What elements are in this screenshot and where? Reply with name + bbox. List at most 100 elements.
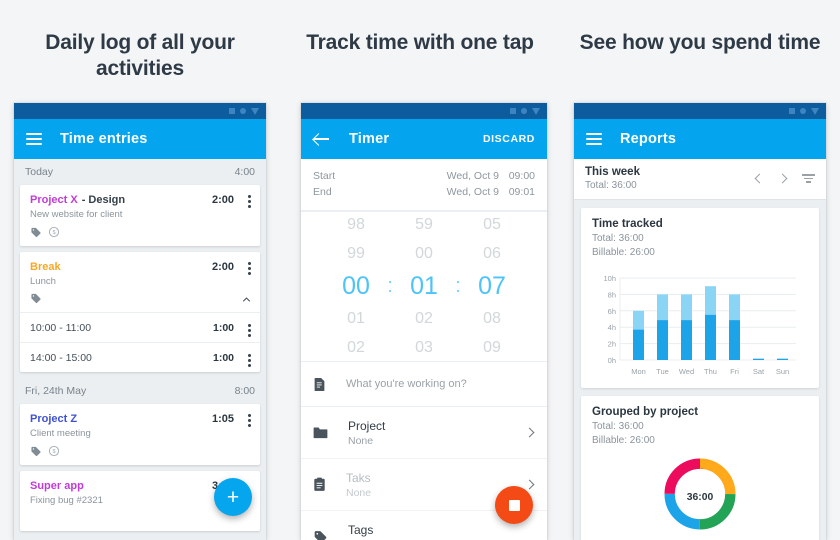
card-total: Total: 36:00 bbox=[592, 421, 644, 432]
discard-button[interactable]: DISCARD bbox=[483, 133, 535, 145]
hamburger-icon[interactable] bbox=[586, 133, 602, 145]
app-bar: Reports bbox=[574, 119, 826, 159]
status-bar bbox=[14, 103, 266, 119]
hamburger-icon[interactable] bbox=[26, 133, 42, 145]
time-entry[interactable]: Project Z 1:05 Client meeting $ bbox=[20, 404, 260, 465]
sub-entry-menu-button[interactable] bbox=[248, 354, 251, 367]
app-bar-title: Time entries bbox=[60, 131, 148, 147]
phone-time-entries: Time entries Today 4:00 Project X - Desi… bbox=[14, 103, 266, 540]
entry-description: Client meeting bbox=[30, 428, 91, 439]
start-end-box[interactable]: Start Wed, Oct 9 09:00 End Wed, Oct 9 09… bbox=[301, 159, 547, 211]
entry-project: Break bbox=[30, 261, 61, 273]
bar-chart: 10h 8h 6h 4h 2h 0h Mon Tue Wed Thu Fri S… bbox=[592, 268, 808, 380]
minutes-option[interactable]: 59 bbox=[398, 211, 450, 239]
svg-text:$: $ bbox=[52, 449, 55, 455]
end-row[interactable]: End Wed, Oct 9 09:01 bbox=[313, 184, 535, 200]
entry-task: - Design bbox=[81, 194, 126, 206]
donut-chart: 36:00 bbox=[592, 454, 808, 534]
svg-text:Fri: Fri bbox=[730, 367, 739, 376]
svg-text:Wed: Wed bbox=[679, 367, 694, 376]
phone-timer: Timer DISCARD Start Wed, Oct 9 09:00 End… bbox=[301, 103, 547, 540]
minutes-selected[interactable]: 01 bbox=[398, 268, 450, 304]
chevron-up-icon[interactable] bbox=[242, 295, 251, 304]
money-icon: $ bbox=[48, 445, 60, 457]
list-item[interactable]: Project Z 1:05 Client meeting $ bbox=[20, 404, 260, 465]
stop-timer-fab[interactable] bbox=[495, 486, 533, 524]
sub-entry[interactable]: 10:00 - 11:00 1:00 bbox=[20, 312, 260, 342]
start-row[interactable]: Start Wed, Oct 9 09:00 bbox=[313, 168, 535, 184]
time-entry[interactable]: Project X - Design 2:00 New website for … bbox=[20, 185, 260, 246]
note-placeholder: What you're working on? bbox=[346, 378, 467, 390]
entry-menu-button[interactable] bbox=[248, 414, 251, 427]
hours-option[interactable]: 02 bbox=[330, 333, 382, 361]
hours-wheel[interactable]: 98 99 00 01 02 bbox=[330, 211, 382, 361]
start-time: 09:00 bbox=[508, 170, 535, 182]
seconds-option[interactable]: 09 bbox=[466, 333, 518, 361]
sub-entry-range: 10:00 - 11:00 bbox=[30, 321, 92, 334]
svg-text:Mon: Mon bbox=[631, 367, 646, 376]
time-entry[interactable]: Break 2:00 Lunch bbox=[20, 252, 260, 312]
reports-body[interactable]: Time tracked Total: 36:00 Billable: 26:0… bbox=[574, 200, 826, 540]
duration-picker[interactable]: 98 99 00 01 02 : 59 00 01 02 03: 05 06 … bbox=[301, 211, 547, 361]
back-arrow-icon[interactable] bbox=[313, 130, 331, 148]
list-item[interactable]: Project X - Design 2:00 New website for … bbox=[20, 185, 260, 246]
headline-2: Track time with one tap bbox=[306, 31, 534, 54]
svg-text:$: $ bbox=[52, 230, 55, 236]
chevron-right-icon[interactable] bbox=[524, 427, 535, 438]
minutes-option[interactable]: 00 bbox=[398, 239, 450, 268]
period-label: This week bbox=[585, 166, 640, 178]
seconds-option[interactable]: 08 bbox=[466, 304, 518, 333]
chevron-left-icon[interactable] bbox=[754, 173, 765, 184]
day-total: 4:00 bbox=[234, 166, 255, 178]
seconds-wheel[interactable]: 05 06 07 08 09 bbox=[466, 211, 518, 361]
day-label: Fri, 24th May bbox=[25, 385, 87, 397]
entry-description: New website for client bbox=[30, 209, 123, 220]
hours-option[interactable]: 99 bbox=[330, 239, 382, 268]
hours-option[interactable]: 01 bbox=[330, 304, 382, 333]
timer-body: Start Wed, Oct 9 09:00 End Wed, Oct 9 09… bbox=[301, 159, 547, 540]
bar-chart-svg: 10h 8h 6h 4h 2h 0h Mon Tue Wed Thu Fri S… bbox=[603, 274, 796, 376]
add-entry-fab[interactable]: + bbox=[214, 478, 252, 516]
hours-option[interactable]: 98 bbox=[330, 211, 382, 239]
list-item[interactable]: Break 2:00 Lunch 10:00 - 11:00 1:00 14:0… bbox=[20, 252, 260, 372]
period-selector[interactable]: This week Total: 36:00 bbox=[574, 159, 826, 200]
sub-entry-menu-button[interactable] bbox=[248, 324, 251, 337]
chevron-right-icon[interactable] bbox=[524, 479, 535, 490]
seconds-option[interactable]: 06 bbox=[466, 239, 518, 268]
headline-3: See how you spend time bbox=[579, 31, 821, 54]
entry-menu-button[interactable] bbox=[248, 262, 251, 275]
minutes-option[interactable]: 03 bbox=[398, 333, 450, 361]
day-label: Today bbox=[25, 166, 54, 178]
end-label: End bbox=[313, 186, 332, 198]
svg-text:0h: 0h bbox=[608, 356, 616, 365]
card-title: Grouped by project bbox=[592, 406, 699, 418]
entry-duration: 2:00 bbox=[211, 261, 234, 273]
project-label: Project bbox=[348, 418, 386, 433]
status-circle-icon bbox=[800, 108, 806, 114]
note-input-row[interactable]: What you're working on? bbox=[301, 361, 547, 407]
status-circle-icon bbox=[240, 108, 246, 114]
clipboard-icon bbox=[314, 477, 325, 491]
app-bar-title: Reports bbox=[620, 131, 677, 147]
sub-entry[interactable]: 14:00 - 15:00 1:00 bbox=[20, 342, 260, 372]
time-entries-list[interactable]: Today 4:00 Project X - Design 2:00 New w… bbox=[14, 159, 266, 540]
hours-selected[interactable]: 00 bbox=[330, 268, 382, 304]
task-value: None bbox=[346, 486, 372, 499]
minutes-wheel[interactable]: 59 00 01 02 03 bbox=[398, 211, 450, 361]
panel-reports: See how you spend time Reports This week… bbox=[560, 0, 840, 540]
picker-separator: : bbox=[455, 274, 461, 297]
panel-time-entries: Daily log of all your activities Time en… bbox=[0, 0, 280, 540]
panel-timer: Track time with one tap Timer DISCARD St… bbox=[280, 0, 560, 540]
entry-menu-button[interactable] bbox=[248, 195, 251, 208]
period-total: Total: 36:00 bbox=[585, 180, 637, 191]
app-bar: Timer DISCARD bbox=[301, 119, 547, 159]
chevron-right-icon[interactable] bbox=[777, 173, 788, 184]
minutes-option[interactable]: 02 bbox=[398, 304, 450, 333]
seconds-selected[interactable]: 07 bbox=[466, 268, 518, 304]
entry-project: Project Z bbox=[30, 413, 78, 425]
tags-label: Tags bbox=[348, 522, 374, 537]
project-option-row[interactable]: Project None bbox=[301, 407, 547, 459]
seconds-option[interactable]: 05 bbox=[466, 211, 518, 239]
svg-text:Sat: Sat bbox=[753, 367, 765, 376]
filter-icon[interactable] bbox=[802, 174, 815, 183]
